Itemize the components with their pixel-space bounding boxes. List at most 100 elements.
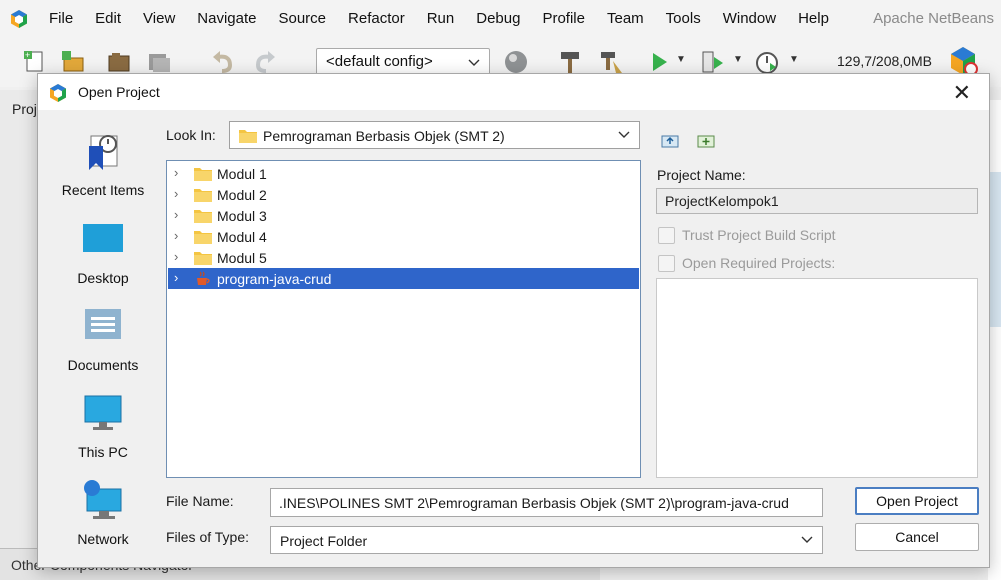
chevron-right-icon[interactable]: › (174, 270, 178, 285)
chevron-down-icon (800, 532, 814, 549)
netbeans-logo-icon (11, 10, 27, 28)
build-icon[interactable] (557, 49, 583, 75)
folder-icon (194, 231, 212, 244)
cancel-button[interactable]: Cancel (855, 523, 979, 551)
recent-items-icon (89, 135, 118, 170)
list-item[interactable]: › Modul 1 (168, 163, 639, 184)
folder-icon (194, 252, 212, 265)
new-file-icon[interactable]: + (22, 49, 48, 75)
menu-view[interactable]: View (143, 10, 175, 27)
save-all-icon[interactable] (146, 49, 172, 75)
file-name: Modul 5 (217, 250, 267, 266)
new-folder-icon[interactable] (696, 130, 716, 150)
run-icon[interactable] (646, 49, 672, 75)
projects-panel: Proj (0, 90, 40, 580)
clean-build-icon[interactable] (598, 49, 624, 75)
open-project-icon[interactable] (106, 49, 132, 75)
menu-tools[interactable]: Tools (666, 10, 701, 27)
java-project-icon (197, 271, 210, 285)
chevron-right-icon[interactable]: › (174, 165, 178, 180)
chevron-right-icon[interactable]: › (174, 186, 178, 201)
list-item[interactable]: › Modul 3 (168, 205, 639, 226)
look-in-label: Look In: (166, 127, 216, 143)
place-label: Recent Items (61, 182, 145, 198)
place-label: This PC (78, 444, 128, 460)
list-item[interactable]: › program-java-crud (168, 268, 639, 289)
chevron-down-icon (467, 55, 481, 73)
profile-dropdown-icon[interactable]: ▼ (789, 54, 799, 65)
menu-navigate[interactable]: Navigate (197, 10, 256, 27)
menu-window[interactable]: Window (723, 10, 776, 27)
chevron-right-icon[interactable]: › (174, 228, 178, 243)
memory-indicator[interactable]: 129,7/208,0MB (837, 53, 932, 69)
desktop-icon (83, 224, 123, 252)
documents-icon (85, 309, 121, 339)
new-project-icon[interactable] (60, 49, 86, 75)
file-name: program-java-crud (217, 271, 332, 287)
open-required-projects-checkbox (658, 255, 675, 272)
required-projects-list (656, 278, 978, 478)
redo-icon[interactable] (252, 49, 278, 75)
project-name-label: Project Name: (657, 167, 746, 183)
debug-dropdown-icon[interactable]: ▼ (733, 54, 743, 65)
network-icon (84, 480, 122, 519)
app-title: Apache NetBeans (873, 10, 994, 27)
place-this-pc[interactable]: This PC (48, 392, 158, 478)
run-dropdown-icon[interactable]: ▼ (676, 54, 686, 65)
undo-icon[interactable] (210, 49, 236, 75)
file-list[interactable]: › Modul 1 › Modul 2 › Modul 3 › Modul 4 › Modul 5… (166, 160, 641, 478)
open-project-button[interactable]: Open Project (855, 487, 979, 515)
chevron-right-icon[interactable]: › (174, 249, 178, 264)
menu-refactor[interactable]: Refactor (348, 10, 405, 27)
menu-team[interactable]: Team (607, 10, 644, 27)
list-item[interactable]: › Modul 5 (168, 247, 639, 268)
menu-edit[interactable]: Edit (95, 10, 121, 27)
chevron-down-icon (617, 127, 631, 144)
folder-icon (194, 168, 212, 181)
place-label: Network (77, 531, 129, 547)
projects-tab[interactable]: Proj (12, 101, 37, 117)
profile-icon[interactable] (754, 49, 780, 75)
folder-icon (194, 189, 212, 202)
files-of-type-select[interactable]: Project Folder (270, 526, 823, 554)
menu-run[interactable]: Run (427, 10, 455, 27)
open-project-dialog: Open Project ✕ Recent Items Desktop Docu… (37, 73, 990, 568)
file-name: Modul 3 (217, 208, 267, 224)
place-desktop[interactable]: Desktop (48, 218, 158, 304)
globe-icon[interactable] (503, 49, 529, 75)
menu-source[interactable]: Source (278, 10, 326, 27)
files-of-type-label: Files of Type: (166, 529, 250, 545)
list-item[interactable]: › Modul 2 (168, 184, 639, 205)
file-name-input[interactable]: .INES\POLINES SMT 2\Pemrograman Berbasis… (270, 488, 823, 517)
menu-bar: File Edit View Navigate Source Refactor Run Deb… (0, 0, 1001, 37)
trust-build-script-label: Trust Project Build Script (682, 227, 836, 243)
look-in-select[interactable]: Pemrograman Berbasis Objek (SMT 2) (229, 121, 640, 149)
config-select[interactable]: <default config> (316, 48, 490, 76)
debug-icon[interactable] (699, 49, 725, 75)
folder-icon (194, 210, 212, 223)
place-label: Documents (67, 357, 139, 373)
menu-items: File Edit View Navigate Source Refactor Run Deb… (49, 0, 851, 37)
list-item[interactable]: › Modul 4 (168, 226, 639, 247)
file-name: Modul 2 (217, 187, 267, 203)
open-required-projects-label: Open Required Projects: (682, 255, 836, 271)
svg-text:+: + (25, 50, 30, 60)
menu-debug[interactable]: Debug (476, 10, 520, 27)
place-recent-items[interactable]: Recent Items (48, 130, 158, 216)
close-button[interactable]: ✕ (953, 80, 971, 106)
menu-help[interactable]: Help (798, 10, 829, 27)
files-of-type-value: Project Folder (280, 533, 368, 549)
menu-profile[interactable]: Profile (542, 10, 585, 27)
place-network[interactable]: Network (48, 479, 158, 565)
dialog-title: Open Project (78, 84, 160, 100)
project-name-field: ProjectKelompok1 (656, 188, 978, 214)
menu-file[interactable]: File (49, 10, 73, 27)
up-folder-icon[interactable] (660, 130, 680, 150)
file-name: Modul 4 (217, 229, 267, 245)
place-documents[interactable]: Documents (48, 305, 158, 391)
place-label: Desktop (77, 270, 129, 286)
chevron-right-icon[interactable]: › (174, 207, 178, 222)
netbeans-logo-icon (50, 84, 66, 102)
trust-build-script-checkbox (658, 227, 675, 244)
file-name: Modul 1 (217, 166, 267, 182)
